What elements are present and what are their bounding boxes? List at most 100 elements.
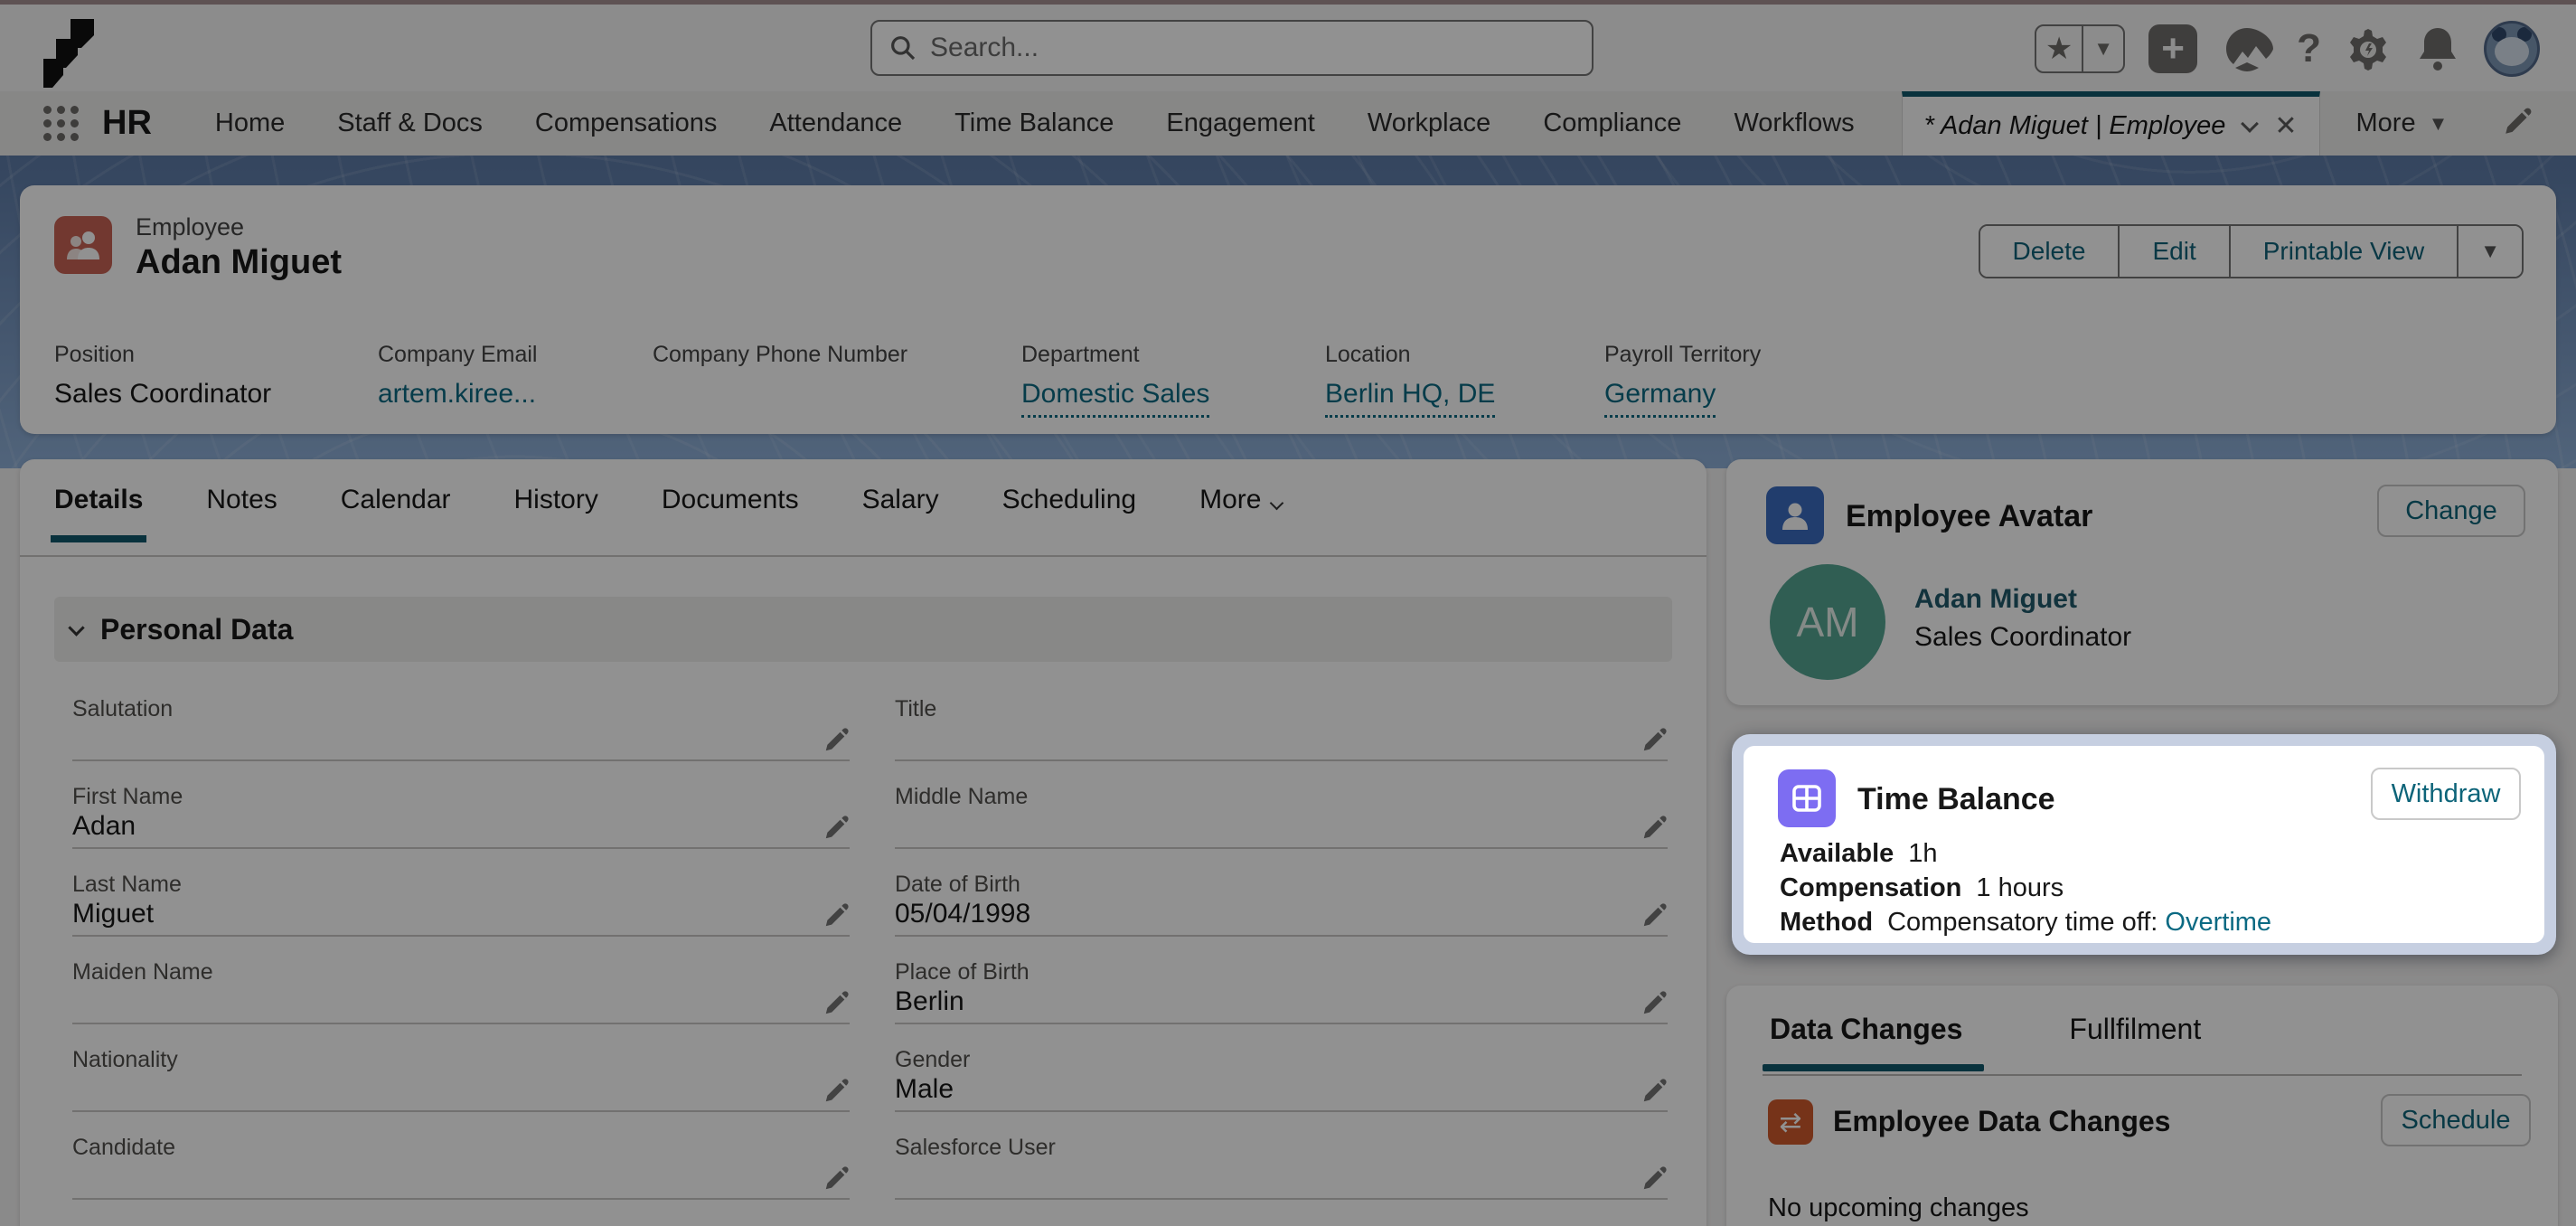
schedule-button[interactable]: Schedule: [2381, 1094, 2531, 1146]
delete-button[interactable]: Delete: [1980, 226, 2120, 277]
changes-tab-fullfilment[interactable]: Fullfilment: [2069, 1013, 2201, 1070]
changes-tab-data-changes[interactable]: Data Changes: [1770, 1013, 1962, 1070]
tab-compensations[interactable]: Compensations: [535, 108, 718, 138]
tab-record-adan-miguet[interactable]: * Adan Miguet | Employee ✕: [1902, 91, 2320, 156]
avatar-employee-name-link[interactable]: Adan Miguet: [1914, 584, 2077, 615]
global-nav-bar: ★ ▼ + ?: [0, 5, 2576, 91]
field-candidate: Candidate: [72, 1135, 850, 1200]
record-tab-close-icon[interactable]: ✕: [2274, 110, 2297, 142]
nav-tabs: Home Staff & Docs Compensations Attendance T…: [215, 108, 1855, 138]
edit-pencil-icon[interactable]: [823, 815, 850, 842]
search-input[interactable]: [930, 33, 1575, 63]
global-actions-plus-icon[interactable]: +: [2148, 24, 2197, 73]
header-field-position: PositionSales Coordinator: [54, 342, 271, 410]
field-value: 05/04/1998: [895, 899, 1030, 929]
edit-pencil-icon[interactable]: [823, 1078, 850, 1105]
detail-tab-scheduling[interactable]: Scheduling: [1002, 485, 1136, 541]
field-value-link[interactable]: artem.kiree...: [378, 379, 537, 410]
edit-pencil-icon[interactable]: [823, 902, 850, 929]
field-value-link[interactable]: Germany: [1604, 379, 1716, 418]
field-label: First Name: [72, 784, 850, 810]
favorites-button-group: ★ ▼: [2035, 24, 2125, 73]
record-tab-label: * Adan Miguet | Employee: [1924, 111, 2226, 141]
field-last-name: Last NameMiguet: [72, 872, 850, 937]
setup-gear-icon[interactable]: [2345, 25, 2392, 72]
more-tabs-caret-icon: ▼: [2429, 112, 2449, 136]
tab-workflows[interactable]: Workflows: [1734, 108, 1854, 138]
detail-tab-history[interactable]: History: [514, 485, 598, 541]
employee-data-changes-title: Employee Data Changes: [1833, 1105, 2170, 1138]
edit-pencil-icon[interactable]: [1641, 1165, 1668, 1193]
avatar-card-title: Employee Avatar: [1846, 499, 2092, 534]
time-balance-icon: [1778, 769, 1836, 827]
edit-pencil-icon[interactable]: [823, 990, 850, 1017]
edit-pencil-icon[interactable]: [823, 1165, 850, 1193]
employee-avatar-card: Employee Avatar Change AM Adan Miguet Sa…: [1726, 459, 2558, 705]
employee-data-changes-icon: ⇄: [1768, 1099, 1813, 1145]
avatar-initials: AM: [1770, 564, 1885, 680]
field-maiden-name: Maiden Name: [72, 959, 850, 1024]
record-tab-chevron-icon[interactable]: [2241, 115, 2259, 133]
detail-tab-more[interactable]: More: [1199, 485, 1282, 541]
field-label: Title: [895, 696, 1668, 722]
printable-view-button[interactable]: Printable View: [2231, 226, 2458, 277]
edit-pencil-icon[interactable]: [1641, 727, 1668, 754]
detail-tab-details[interactable]: Details: [54, 485, 143, 541]
app-tab-bar: HR Home Staff & Docs Compensations Attendan…: [0, 91, 2576, 156]
header-field-location: LocationBerlin HQ, DE: [1325, 342, 1495, 418]
header-field-company-phone-number: Company Phone Number: [653, 342, 907, 379]
row-value: 1h: [1908, 839, 1937, 868]
edit-pencil-icon[interactable]: [823, 727, 850, 754]
trailhead-icon[interactable]: [2221, 23, 2273, 75]
detail-tab-salary[interactable]: Salary: [862, 485, 939, 541]
field-value-link[interactable]: Domestic Sales: [1021, 379, 1209, 418]
more-actions-caret-button[interactable]: ▼: [2458, 226, 2522, 277]
field-label: Gender: [895, 1047, 1668, 1073]
astro-user-avatar[interactable]: [2484, 21, 2540, 77]
field-label: Last Name: [72, 872, 850, 898]
favorites-star-icon[interactable]: ★: [2036, 26, 2083, 71]
tab-engagement[interactable]: Engagement: [1166, 108, 1314, 138]
tab-compliance[interactable]: Compliance: [1543, 108, 1681, 138]
header-field-company-email: Company Emailartem.kiree...: [378, 342, 537, 410]
edit-tabs-pencil-icon[interactable]: [2502, 107, 2533, 137]
change-avatar-button[interactable]: Change: [2377, 485, 2525, 537]
field-salesforce-user: Salesforce User: [895, 1135, 1668, 1200]
tab-workplace[interactable]: Workplace: [1368, 108, 1490, 138]
section-personal-data[interactable]: Personal Data: [54, 597, 1672, 662]
record-action-buttons: DeleteEditPrintable View▼: [1979, 224, 2524, 278]
detail-tab-documents[interactable]: Documents: [662, 485, 799, 541]
detail-tab-calendar[interactable]: Calendar: [341, 485, 451, 541]
app-launcher-icon[interactable]: [43, 106, 79, 141]
spotlight-ring: Time Balance Withdraw Available1hCompens…: [1732, 734, 2556, 955]
favorites-caret-icon[interactable]: ▼: [2083, 26, 2123, 71]
field-value: Sales Coordinator: [54, 379, 271, 410]
withdraw-button[interactable]: Withdraw: [2371, 768, 2521, 820]
tab-staff-docs[interactable]: Staff & Docs: [337, 108, 483, 138]
time-balance-title: Time Balance: [1857, 782, 2055, 817]
notifications-bell-icon[interactable]: [2415, 24, 2460, 73]
tab-time-balance[interactable]: Time Balance: [954, 108, 1114, 138]
employee-object-icon: [54, 216, 112, 274]
overtime-link[interactable]: Overtime: [2165, 908, 2271, 937]
edit-pencil-icon[interactable]: [1641, 902, 1668, 929]
field-religion: Religion: [895, 1222, 1668, 1226]
edit-pencil-icon[interactable]: [1641, 815, 1668, 842]
field-value: Miguet: [72, 899, 154, 929]
time-balance-row-available: Available1h: [1780, 836, 2271, 871]
row-label: Compensation: [1780, 873, 1961, 902]
help-icon[interactable]: ?: [2297, 26, 2321, 71]
field-middle-name: Middle Name: [895, 784, 1668, 849]
section-chevron-icon: [68, 619, 84, 636]
tab-attendance[interactable]: Attendance: [769, 108, 902, 138]
app-name[interactable]: HR: [102, 104, 152, 143]
more-tabs-menu[interactable]: More ▼: [2356, 108, 2449, 138]
time-balance-row-compensation: Compensation1 hours: [1780, 871, 2271, 905]
field-value-link[interactable]: Berlin HQ, DE: [1325, 379, 1495, 418]
edit-button[interactable]: Edit: [2120, 226, 2230, 277]
field-date-of-birth: Date of Birth05/04/1998: [895, 872, 1668, 937]
detail-tab-notes[interactable]: Notes: [206, 485, 277, 541]
edit-pencil-icon[interactable]: [1641, 1078, 1668, 1105]
edit-pencil-icon[interactable]: [1641, 990, 1668, 1017]
tab-home[interactable]: Home: [215, 108, 285, 138]
